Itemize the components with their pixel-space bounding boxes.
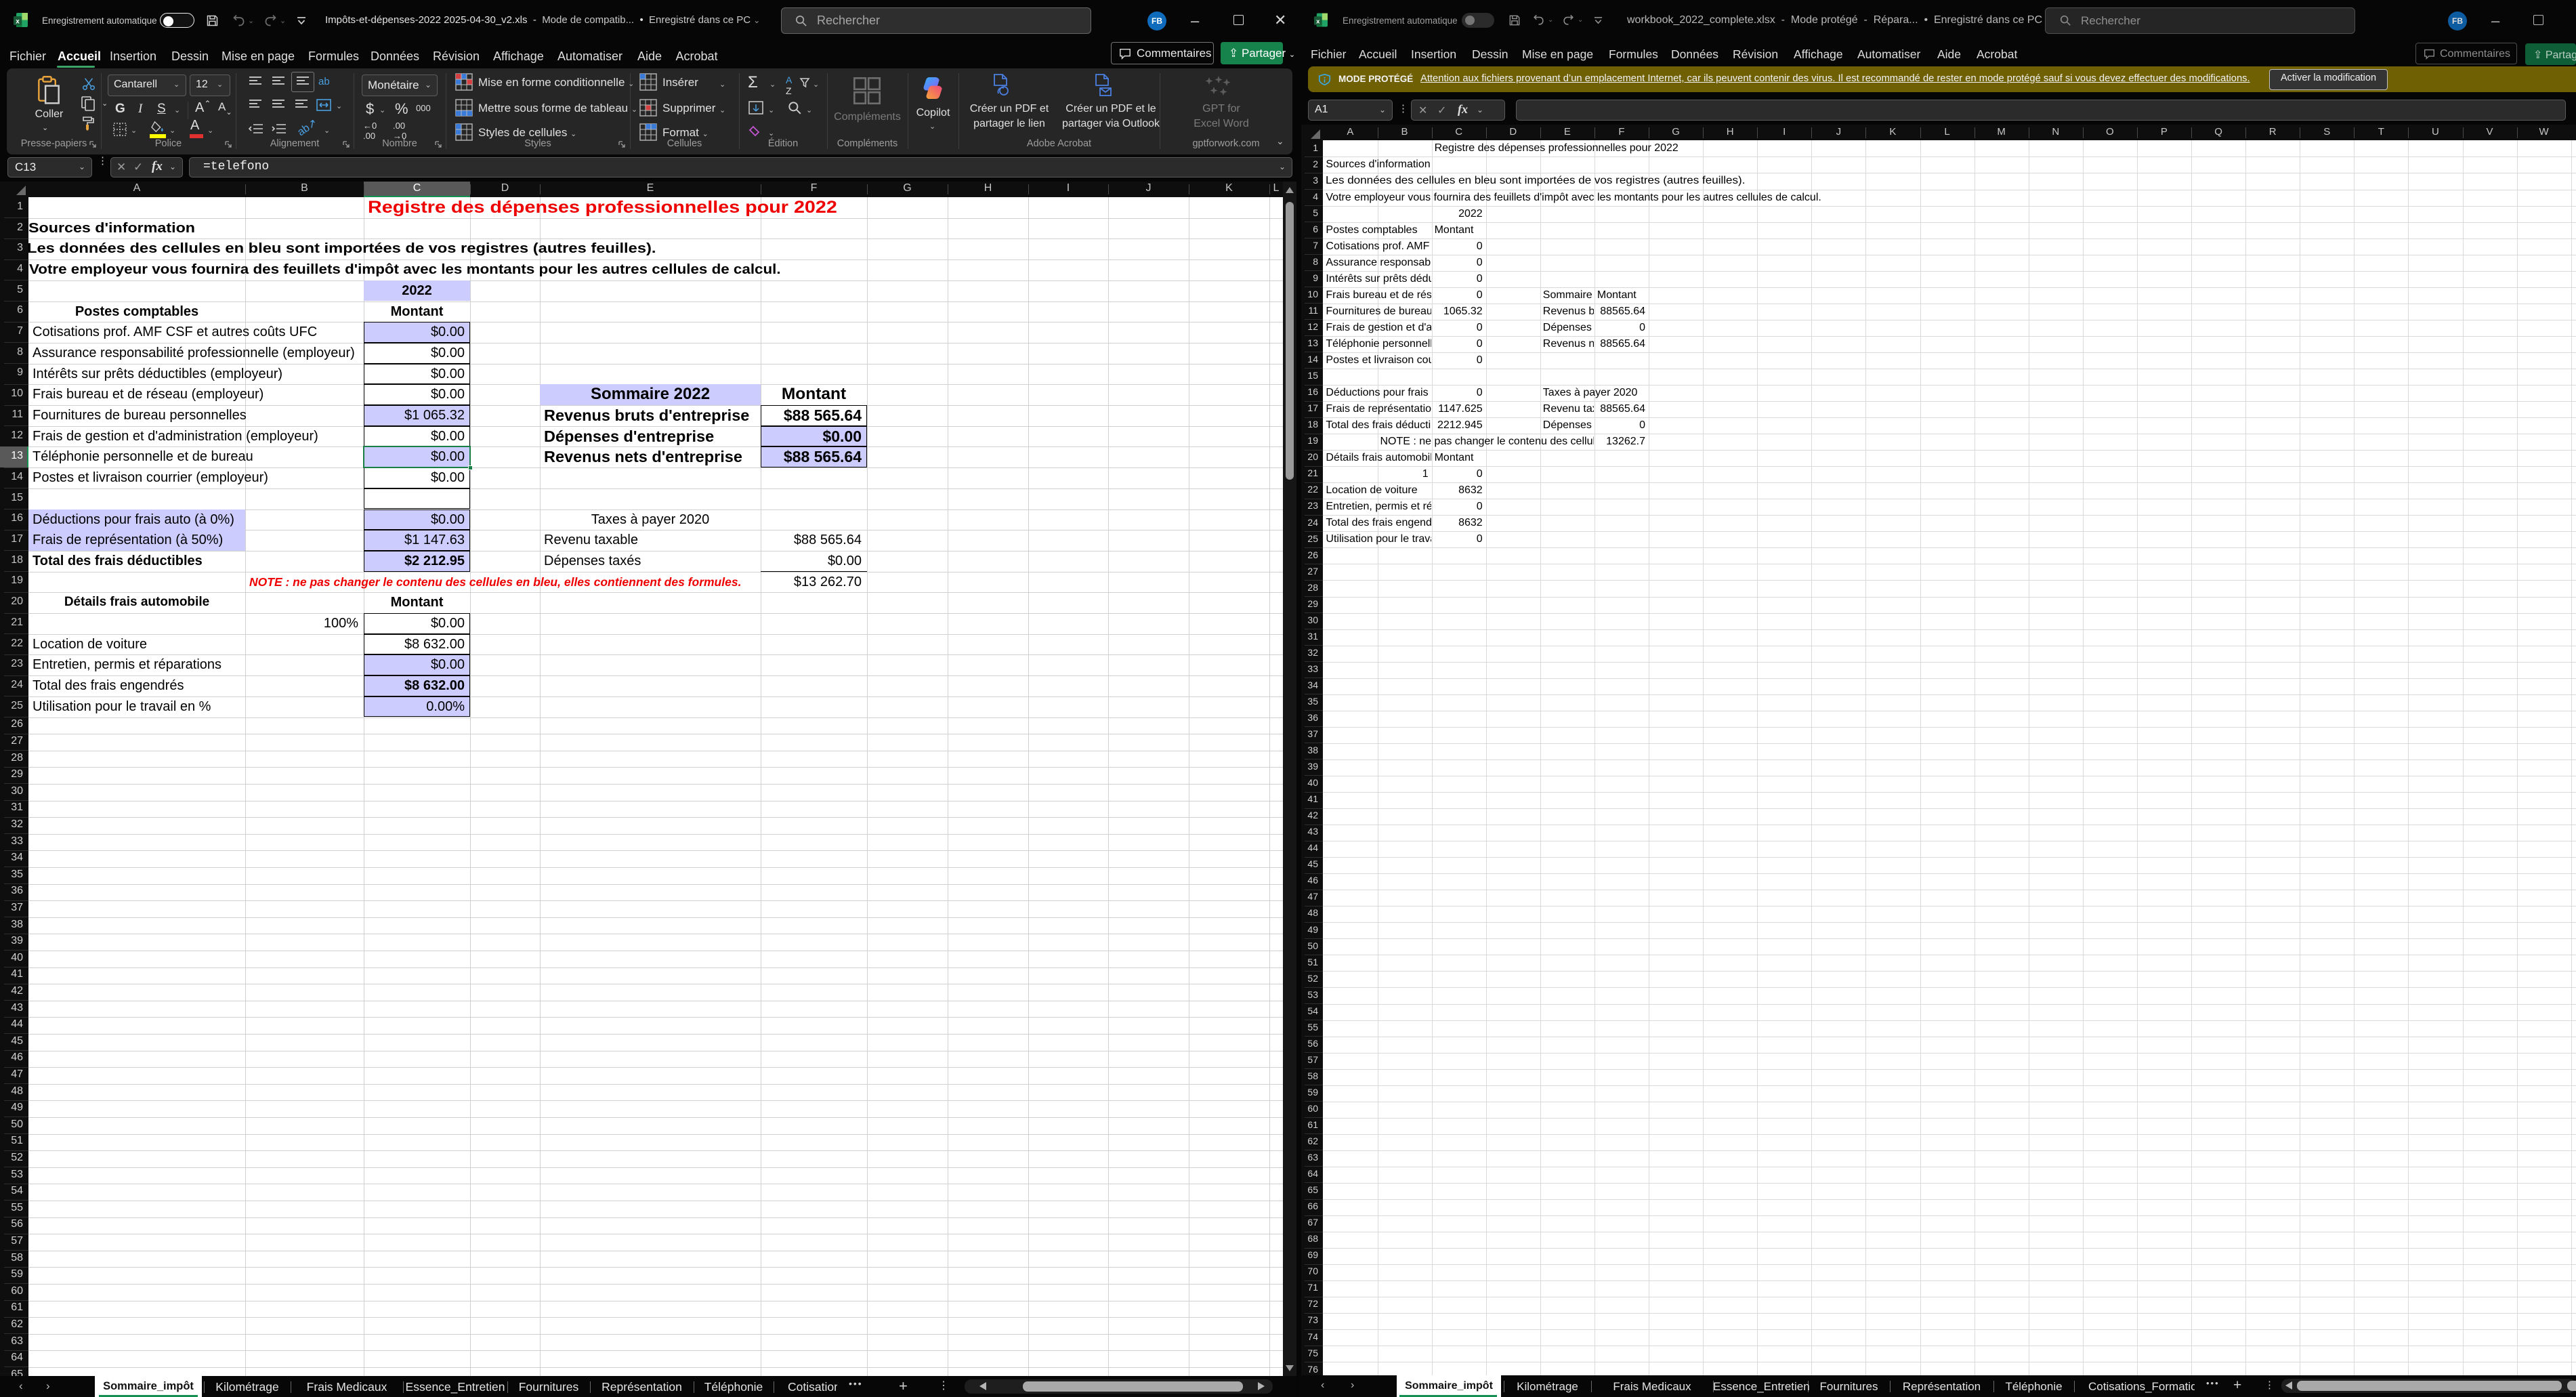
svg-text:x: x	[1316, 18, 1320, 25]
svg-text:x: x	[16, 18, 20, 26]
